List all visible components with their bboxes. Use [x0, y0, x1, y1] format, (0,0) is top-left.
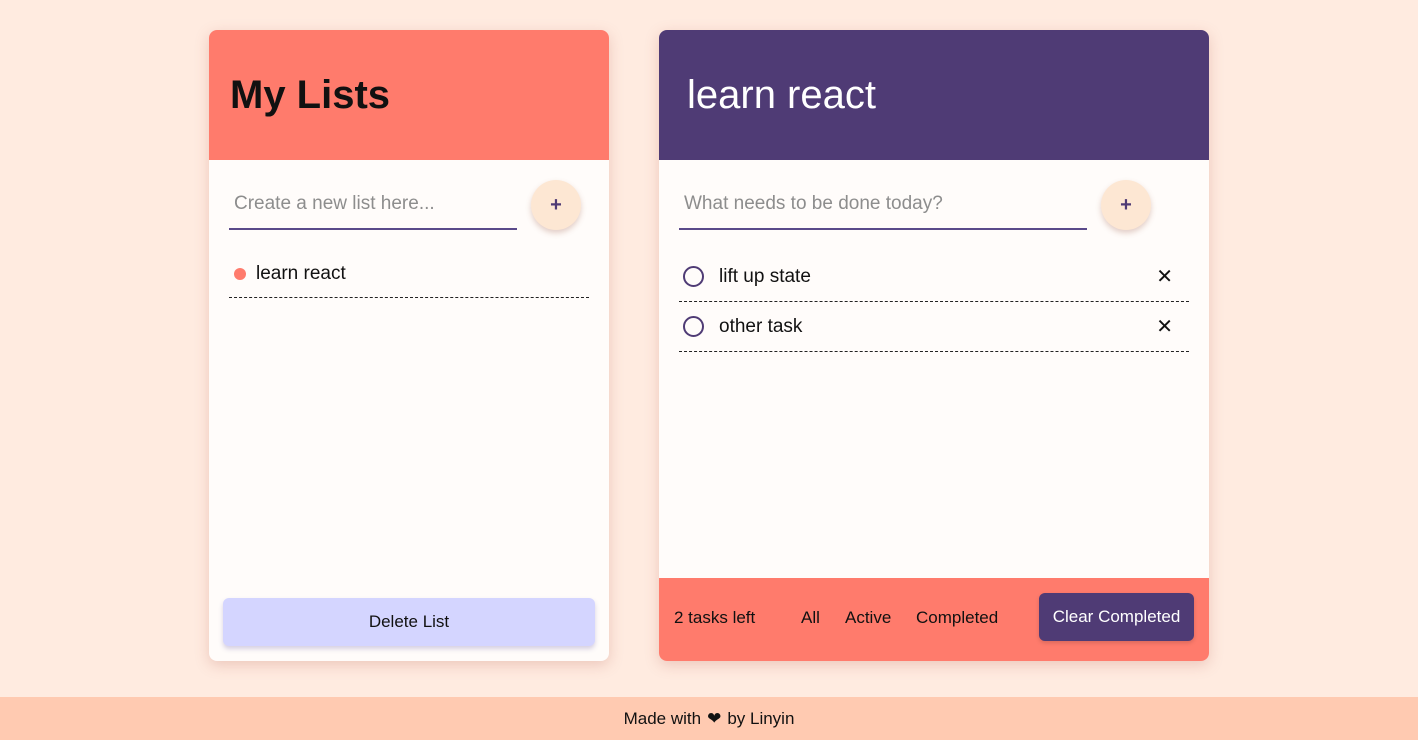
task-items: lift up state ✕ other task ✕ — [679, 252, 1189, 352]
filter-active[interactable]: Active — [845, 608, 891, 628]
list-items: learn react — [229, 252, 589, 298]
footer-made-with: Made with — [623, 708, 702, 728]
list-item[interactable]: learn react — [229, 252, 589, 298]
footer-author: by Linyin — [727, 708, 795, 728]
add-list-button[interactable]: + — [531, 180, 581, 230]
heart-icon: ❤ — [707, 708, 722, 728]
list-bullet-icon — [234, 267, 246, 280]
lists-panel: My Lists + learn react Delete List — [209, 30, 609, 661]
tasks-header: learn react — [659, 30, 1209, 160]
clear-completed-button[interactable]: Clear Completed — [1039, 593, 1194, 641]
task-label: lift up state — [719, 265, 811, 287]
new-task-input[interactable] — [679, 180, 1087, 230]
task-item: lift up state ✕ — [679, 252, 1189, 302]
tasks-footer: 2 tasks left All Active Completed Clear … — [659, 578, 1209, 661]
delete-list-button[interactable]: Delete List — [223, 598, 595, 646]
list-item-label: learn react — [256, 262, 346, 284]
page-footer: Made with ❤ by Linyin — [0, 697, 1418, 740]
tasks-title: learn react — [687, 73, 876, 117]
lists-title: My Lists — [230, 73, 391, 117]
new-task-row: + — [679, 180, 1189, 230]
task-label: other task — [719, 315, 803, 337]
close-icon[interactable]: ✕ — [1156, 267, 1173, 287]
tasks-left-count: 2 tasks left — [674, 608, 756, 627]
task-checkbox[interactable] — [683, 316, 704, 337]
add-task-button[interactable]: + — [1101, 180, 1151, 230]
tasks-panel: learn react + lift up state ✕ other task… — [659, 30, 1209, 661]
filter-all[interactable]: All — [801, 608, 820, 628]
lists-header: My Lists — [209, 30, 609, 160]
filter-completed[interactable]: Completed — [916, 608, 998, 628]
task-checkbox[interactable] — [683, 266, 704, 287]
close-icon[interactable]: ✕ — [1156, 317, 1173, 337]
new-list-input[interactable] — [229, 180, 517, 230]
task-item: other task ✕ — [679, 302, 1189, 352]
new-list-row: + — [229, 180, 589, 230]
